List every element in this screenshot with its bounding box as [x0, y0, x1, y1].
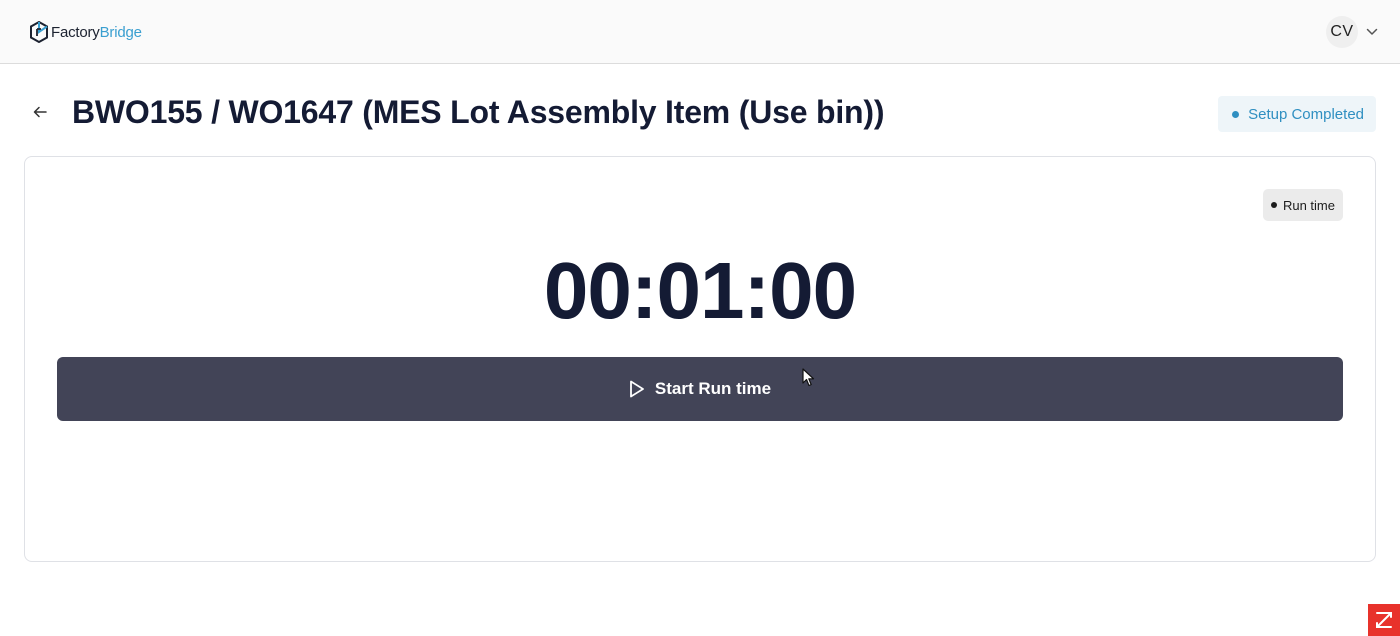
- chip-dot: [1270, 202, 1277, 208]
- status-dot: [1232, 110, 1240, 118]
- factorybridge-logo-icon: [29, 21, 49, 43]
- avatar[interactable]: CV: [1326, 16, 1358, 48]
- top-bar: FactoryBridge CV: [0, 0, 1400, 64]
- user-menu[interactable]: CV: [1326, 16, 1378, 48]
- start-run-time-button[interactable]: Start Run time: [57, 357, 1343, 421]
- timer-card: Run time 00:01:00 Start Run time: [24, 156, 1376, 562]
- play-icon: [629, 380, 645, 398]
- chevron-down-icon[interactable]: [1366, 28, 1378, 36]
- status-badge: Setup Completed: [1218, 96, 1376, 132]
- mouse-cursor-icon: [802, 368, 816, 393]
- timer-mode-label: Run time: [1282, 197, 1335, 213]
- status-label: Setup Completed: [1248, 105, 1364, 123]
- external-widget-icon[interactable]: [1368, 604, 1400, 636]
- app-logo[interactable]: FactoryBridge: [29, 20, 142, 44]
- timer-display: 00:01:00: [543, 246, 857, 335]
- timer-mode-chip: Run time: [1262, 189, 1343, 221]
- logo-text: FactoryBridge: [51, 23, 142, 41]
- start-button-label: Start Run time: [654, 379, 772, 398]
- page-title: BWO155 / WO1647 (MES Lot Assembly Item (…: [72, 94, 885, 130]
- arrow-left-icon: [33, 105, 47, 123]
- back-button[interactable]: [30, 104, 50, 124]
